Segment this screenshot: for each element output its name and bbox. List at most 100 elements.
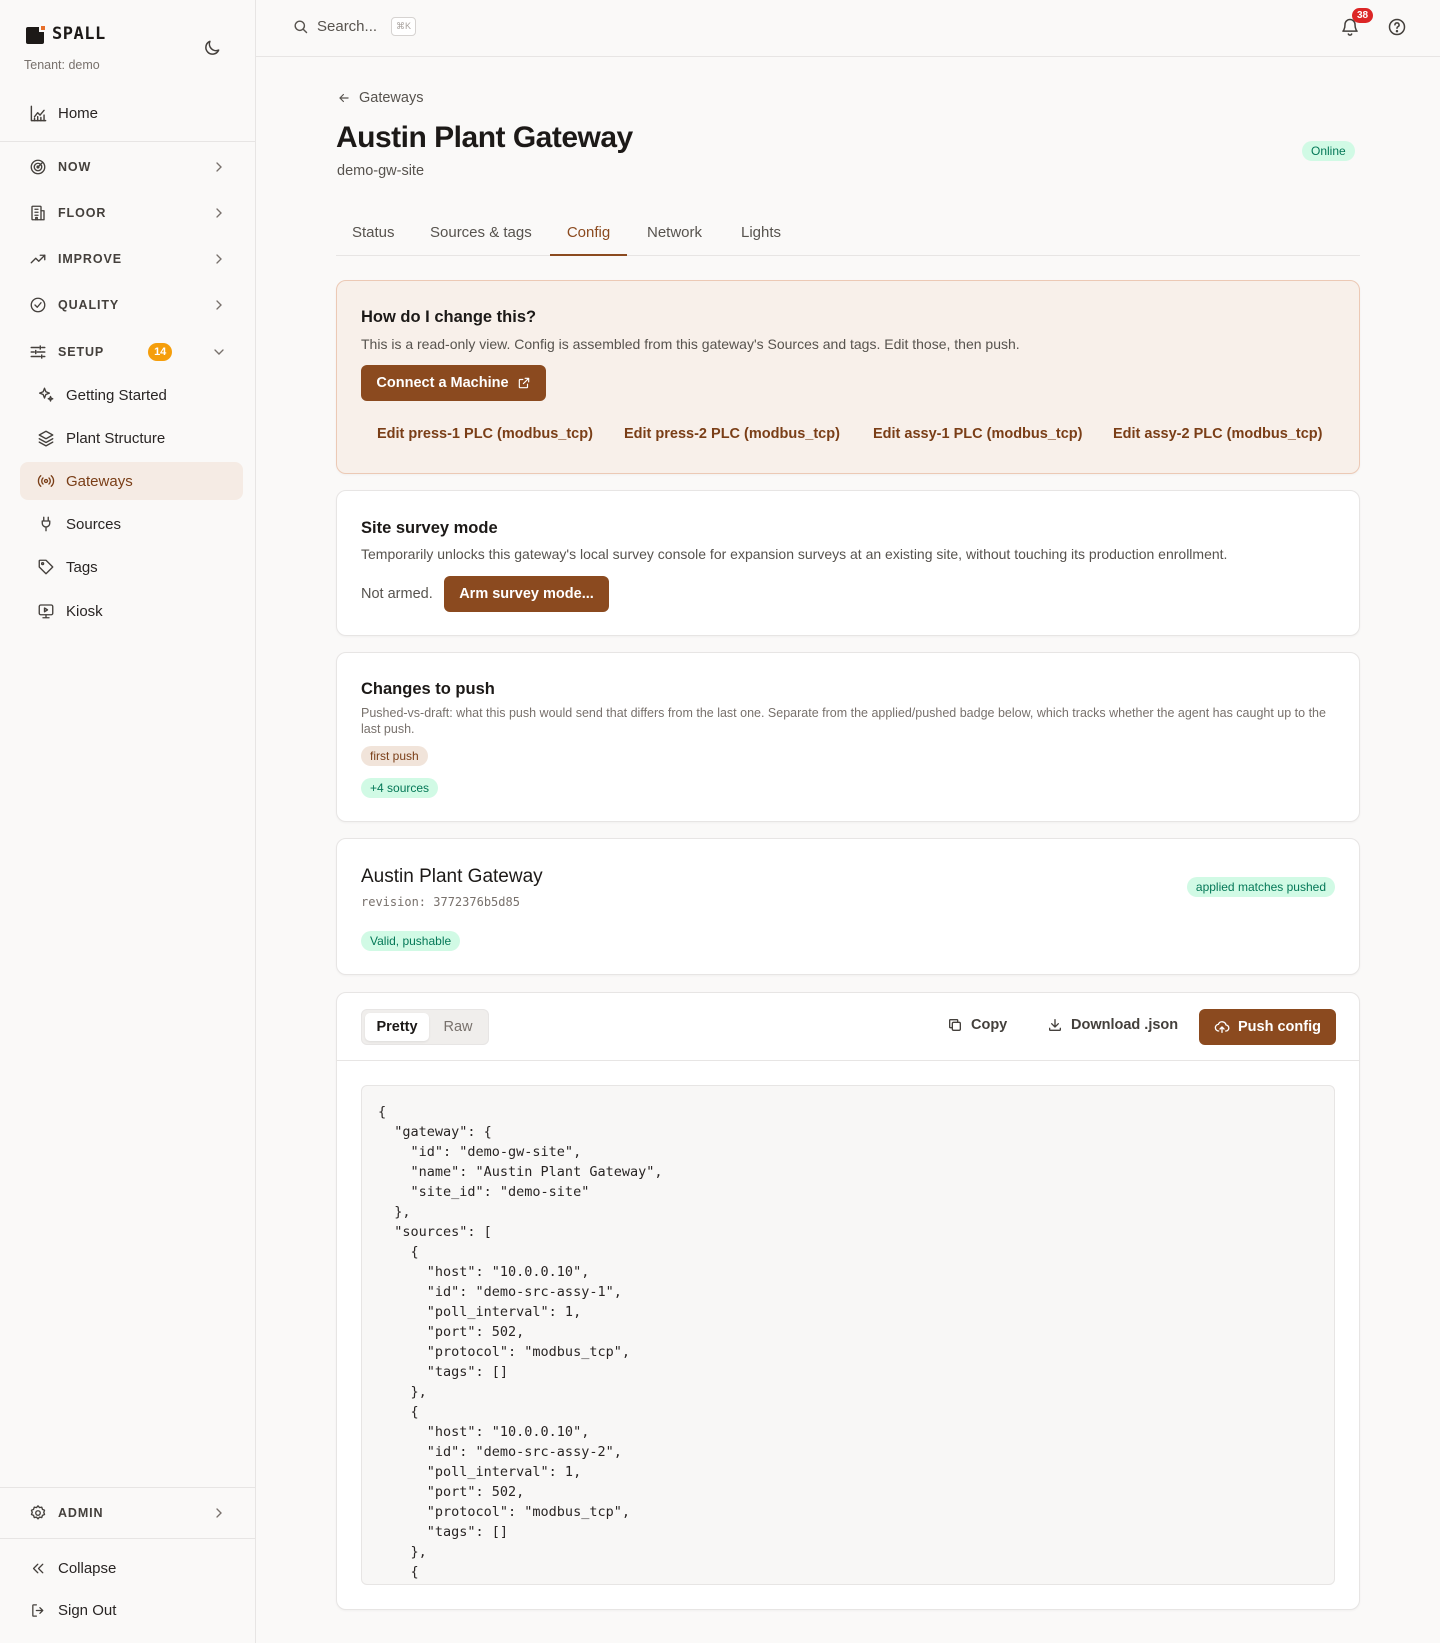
trending-up-icon [28,249,48,269]
arrow-left-icon [337,91,351,105]
sign-out-label: Sign Out [58,1601,117,1619]
log-out-icon [28,1600,48,1620]
tenant-label: Tenant: demo [24,58,100,72]
sidebar-item-kiosk[interactable]: Kiosk [20,592,243,630]
sidebar-item-home[interactable]: Home [20,94,243,132]
survey-state: Not armed. [361,586,433,602]
search-placeholder: Search... [317,18,378,35]
sources-delta-badge: +4 sources [361,778,439,798]
sidebar-section-improve[interactable]: IMPROVE [20,240,243,278]
setup-count-badge: 14 [148,343,173,361]
chevron-right-icon [211,159,227,175]
sidebar-section-label: QUALITY [58,298,120,312]
sidebar-section-setup[interactable]: SETUP 14 [20,333,243,371]
card-title: Austin Plant Gateway [361,866,543,887]
card-title: How do I change this? [361,308,537,326]
sidebar-item-label: Tags [66,558,98,576]
sign-out-button[interactable]: Sign Out [20,1591,243,1629]
collapse-sidebar-button[interactable]: Collapse [20,1549,243,1587]
edit-assy-2-link[interactable]: Edit assy-2 PLC (modbus_tcp) [1113,426,1322,442]
sidebar-item-plant-structure[interactable]: Plant Structure [20,419,243,457]
edit-press-2-link[interactable]: Edit press-2 PLC (modbus_tcp) [624,426,840,442]
logo-mark-icon [26,24,47,44]
tab-config[interactable]: Config [550,224,627,256]
radar-icon [28,157,48,177]
tab-status[interactable]: Status [352,224,395,256]
sidebar-section-label: FLOOR [58,206,107,220]
copy-label: Copy [971,1017,1008,1033]
sliders-icon [28,342,48,362]
revision-hash: revision: 3772376b5d85 [361,895,520,909]
how-to-change-card: How do I change this? This is a read-onl… [336,280,1360,474]
card-description: Temporarily unlocks this gateway's local… [361,546,1228,562]
card-description: Pushed-vs-draft: what this push would se… [361,706,1326,736]
config-code-block[interactable]: { "gateway": { "id": "demo-gw-site", "na… [361,1085,1335,1585]
push-config-button[interactable]: Push config [1199,1009,1336,1045]
connect-machine-button[interactable]: Connect a Machine [361,365,546,401]
arm-survey-button[interactable]: Arm survey mode... [444,576,609,612]
search-input[interactable]: Search... ⌘K [292,17,417,36]
tab-lights[interactable]: Lights [741,224,781,256]
sidebar-item-label: Sources [66,515,122,533]
edit-assy-1-link[interactable]: Edit assy-1 PLC (modbus_tcp) [873,426,1082,442]
pretty-mode-button[interactable]: Pretty [365,1013,429,1041]
download-icon [1047,1017,1063,1033]
layers-icon [36,428,56,448]
sidebar: SPALL Tenant: demo Home NOW FLOOR IMPROV… [0,0,256,1643]
copy-icon [947,1017,963,1033]
raw-mode-button[interactable]: Raw [429,1013,487,1041]
copy-button[interactable]: Copy [947,1017,1007,1033]
plug-icon [36,514,56,534]
help-circle-icon[interactable] [1387,17,1409,39]
brand-name: SPALL [52,24,106,44]
status-badge: Online [1302,141,1355,161]
search-icon [292,18,309,35]
broadcast-icon [36,471,56,491]
building-icon [28,203,48,223]
brand-logo[interactable]: SPALL [26,24,106,44]
edit-press-1-link[interactable]: Edit press-1 PLC (modbus_tcp) [377,426,593,442]
gateway-tabs: Status Sources & tags Config Network Lig… [336,210,1360,256]
top-bar: Search... ⌘K 38 [256,0,1440,57]
tab-network[interactable]: Network [647,224,702,256]
config-json: { "gateway": { "id": "demo-gw-site", "na… [378,1104,663,1580]
sidebar-item-sources[interactable]: Sources [20,505,243,543]
back-to-gateways-link[interactable]: Gateways [337,90,423,106]
validity-badge: Valid, pushable [361,931,461,951]
back-label: Gateways [359,90,424,106]
sync-status-badge: applied matches pushed [1186,877,1335,897]
card-description: This is a read-only view. Config is asse… [361,336,1020,352]
sidebar-section-now[interactable]: NOW [20,148,243,186]
sidebar-item-tags[interactable]: Tags [20,548,243,586]
download-json-button[interactable]: Download .json [1047,1017,1178,1033]
card-title: Changes to push [361,680,495,698]
external-link-icon [517,376,531,390]
changes-to-push-card: Changes to push Pushed-vs-draft: what th… [336,652,1360,822]
download-label: Download .json [1071,1017,1179,1033]
notification-count-badge: 38 [1352,8,1373,23]
push-config-label: Push config [1238,1019,1321,1035]
config-viewer-card: Pretty Raw Copy Download .json Push conf… [336,992,1360,1610]
sidebar-section-label: IMPROVE [58,252,122,266]
tab-sources-tags[interactable]: Sources & tags [430,224,532,256]
chevron-down-icon [211,344,227,360]
first-push-badge: first push [361,746,428,766]
sidebar-section-floor[interactable]: FLOOR [20,194,243,232]
sidebar-item-label: Getting Started [66,386,167,404]
sidebar-item-label: Kiosk [66,602,103,620]
collapse-label: Collapse [58,1559,117,1577]
chart-icon [28,103,48,123]
view-mode-toggle: Pretty Raw [361,1009,489,1045]
page-title: Austin Plant Gateway [336,121,633,154]
chevron-right-icon [211,251,227,267]
sidebar-section-label: ADMIN [58,1506,104,1520]
sidebar-item-getting-started[interactable]: Getting Started [20,376,243,414]
gateway-id: demo-gw-site [337,163,425,179]
sidebar-item-gateways[interactable]: Gateways [20,462,243,500]
sidebar-item-label: Gateways [66,472,133,490]
sidebar-section-admin[interactable]: ADMIN [20,1494,243,1532]
cloud-upload-icon [1214,1019,1230,1035]
sidebar-item-label: Home [58,104,99,122]
sidebar-section-quality[interactable]: QUALITY [20,286,243,324]
theme-toggle-moon-icon[interactable] [202,38,224,60]
